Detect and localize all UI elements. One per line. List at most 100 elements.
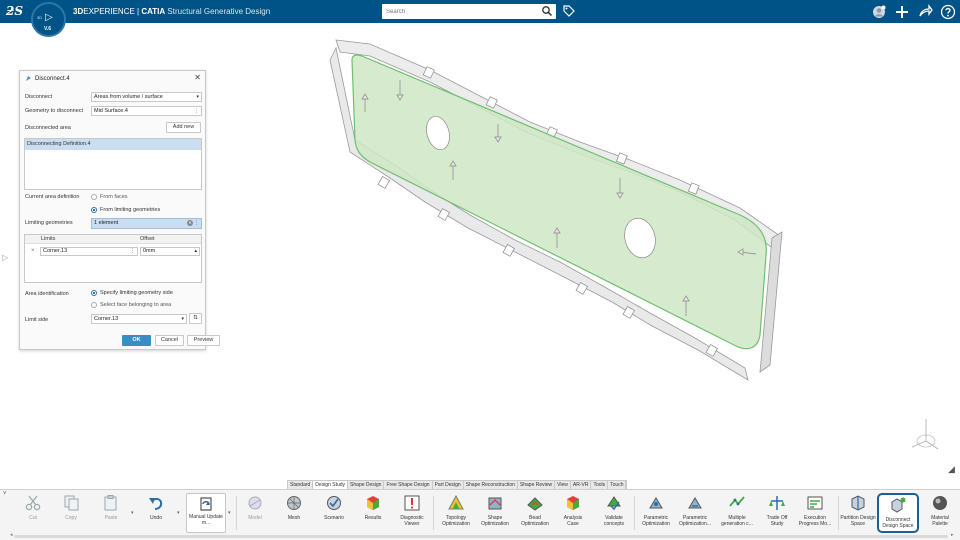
- radio-button[interactable]: [91, 290, 97, 296]
- compass-widget[interactable]: 3D ▷ V.6: [31, 2, 66, 37]
- disconnect-design-space-button[interactable]: Disconnect Design Space: [877, 493, 919, 533]
- geometry-field[interactable]: Mid Surface.4 ⋮: [91, 106, 202, 116]
- cut-button[interactable]: Cut: [20, 493, 46, 533]
- tool-label: Trade Off Study: [766, 515, 788, 527]
- radio-button[interactable]: [91, 302, 97, 308]
- scroll-right-icon[interactable]: ▸: [951, 532, 954, 538]
- cancel-button[interactable]: Cancel: [155, 335, 184, 346]
- tab-design-study[interactable]: Design Study: [313, 481, 349, 489]
- remove-row-icon[interactable]: ×: [31, 248, 35, 254]
- tool-label: Copy: [65, 515, 77, 521]
- chevron-down-icon[interactable]: ▾: [177, 510, 180, 516]
- list-item[interactable]: Disconnecting Definition.4: [25, 139, 201, 150]
- material-palette-icon: [933, 496, 947, 510]
- radio-from-limiting[interactable]: From limiting geometries: [91, 207, 160, 213]
- radio-specify-side[interactable]: Specify limiting geometry side: [91, 290, 173, 296]
- limit-side-select[interactable]: Corner.13 ▾: [91, 314, 187, 324]
- parametric-optimization-2-button[interactable]: Parametric Optimization...: [677, 493, 713, 533]
- limiting-geometries-field[interactable]: 1 element ✕ ⋮: [91, 218, 202, 229]
- tool-label: Material Palette: [931, 515, 949, 527]
- brand-catia: CATIA: [141, 7, 166, 16]
- paste-icon: [104, 495, 117, 511]
- more-options-icon[interactable]: ⋮: [130, 248, 135, 255]
- user-avatar-icon[interactable]: [871, 4, 887, 20]
- multiple-generation-button[interactable]: Multiple generation c...: [718, 493, 756, 533]
- tool-label: Diagnostic Viewer: [400, 515, 424, 527]
- parametric-optimization-2-icon: [688, 497, 702, 509]
- tab-shape-reconstruction[interactable]: Shape Reconstruction: [464, 481, 518, 489]
- spinner-icon[interactable]: ▴: [194, 248, 197, 255]
- disconnected-area-list[interactable]: Disconnecting Definition.4: [24, 138, 202, 190]
- play-icon[interactable]: ▷: [45, 12, 53, 23]
- chevron-down-icon[interactable]: ˅: [3, 491, 7, 497]
- diagnostic-viewer-button[interactable]: Diagnostic Viewer: [396, 493, 428, 533]
- bead-optimization-button[interactable]: Bead Optimization: [518, 493, 552, 533]
- undo-button[interactable]: Undo: [143, 493, 169, 533]
- shape-optimization-button[interactable]: Shape Optimization: [478, 493, 512, 533]
- tab-ar-vr[interactable]: AR-VR: [571, 481, 592, 489]
- disconnect-label: Disconnect: [25, 94, 53, 100]
- tab-part-design[interactable]: Part Design: [433, 481, 464, 489]
- 3d-viewport[interactable]: [300, 30, 800, 390]
- chevron-down-icon[interactable]: ▾: [228, 510, 231, 516]
- search-icon[interactable]: [541, 5, 553, 17]
- radio-from-faces[interactable]: From faces: [91, 194, 128, 200]
- toolbar-scrollbar[interactable]: [14, 535, 948, 538]
- tab-touch[interactable]: Touch: [608, 481, 627, 489]
- more-options-icon[interactable]: ⋮: [194, 107, 199, 115]
- clear-icon[interactable]: ✕: [187, 220, 193, 226]
- validate-concepts-button[interactable]: Validate concepts: [598, 493, 630, 533]
- action-bar: ˅ Cut Copy Paste ▾ Undo ▾ Manual Update …: [0, 489, 960, 540]
- tab-standard[interactable]: Standard: [288, 481, 314, 489]
- selected-surface[interactable]: [351, 54, 767, 350]
- radio-button[interactable]: [91, 207, 97, 213]
- topology-optimization-button[interactable]: Topology Optimization: [438, 493, 474, 533]
- tab-shape-design[interactable]: Shape Design: [348, 481, 385, 489]
- radio-button[interactable]: [91, 194, 97, 200]
- panel-expand-icon[interactable]: ▷: [2, 253, 8, 262]
- ok-button[interactable]: OK: [122, 335, 151, 346]
- chevron-down-icon[interactable]: ▾: [131, 510, 134, 516]
- search-input[interactable]: [382, 4, 532, 19]
- results-button[interactable]: Results: [359, 493, 387, 533]
- radio-select-face[interactable]: Select face belonging to area: [91, 302, 171, 308]
- help-icon[interactable]: [940, 4, 956, 20]
- manual-update-button[interactable]: Manual Update m...: [186, 493, 226, 533]
- plus-icon[interactable]: [894, 4, 910, 20]
- undo-icon: [149, 497, 163, 510]
- analysis-case-button[interactable]: Analysis Case: [558, 493, 588, 533]
- parametric-optimization-button[interactable]: Parametric Optimization: [638, 493, 674, 533]
- tool-label: Multiple generation c...: [721, 515, 753, 527]
- trade-off-study-button[interactable]: Trade Off Study: [763, 493, 791, 533]
- scenario-button[interactable]: Scenario: [320, 493, 348, 533]
- copy-button[interactable]: Copy: [58, 493, 84, 533]
- offset-cell[interactable]: 0mm ▴: [140, 247, 200, 256]
- execution-progress-button[interactable]: Execution Progress Mo...: [796, 493, 834, 533]
- tag-icon[interactable]: [562, 4, 576, 18]
- add-new-button[interactable]: Add new: [166, 122, 201, 133]
- share-icon[interactable]: [917, 3, 933, 20]
- partition-design-space-button[interactable]: Partition Design Space: [840, 493, 876, 533]
- limit-cell[interactable]: Corner.13 ⋮: [40, 247, 138, 256]
- compass-axis-icon[interactable]: [906, 415, 940, 455]
- material-palette-button[interactable]: Material Palette: [924, 493, 956, 533]
- dassault-logo-icon[interactable]: ƻS: [6, 4, 23, 18]
- more-options-icon[interactable]: ⋮: [194, 219, 199, 228]
- preview-button[interactable]: Preview: [187, 335, 220, 346]
- tab-view[interactable]: View: [555, 481, 571, 489]
- offset-value: 0mm: [143, 248, 156, 254]
- paste-button[interactable]: Paste: [98, 493, 124, 533]
- disconnect-select[interactable]: Areas from volume / surface ▾: [91, 92, 202, 102]
- scroll-left-icon[interactable]: ◂: [10, 532, 13, 538]
- tab-shape-review[interactable]: Shape Review: [518, 481, 556, 489]
- mesh-button[interactable]: Mesh: [281, 493, 307, 533]
- flip-side-icon[interactable]: ⇅: [189, 313, 202, 324]
- partition-design-space-icon: [851, 495, 865, 511]
- limits-table: Limits Offset × Corner.13 ⋮ 0mm ▴: [24, 234, 202, 283]
- close-icon[interactable]: ✕: [194, 73, 201, 82]
- search-box[interactable]: [382, 4, 556, 19]
- tab-free-shape-design[interactable]: Free Shape Design: [384, 481, 433, 489]
- parametric-optimization-icon: [649, 497, 663, 509]
- model-button[interactable]: Model: [242, 493, 268, 533]
- tab-tools[interactable]: Tools: [591, 481, 609, 489]
